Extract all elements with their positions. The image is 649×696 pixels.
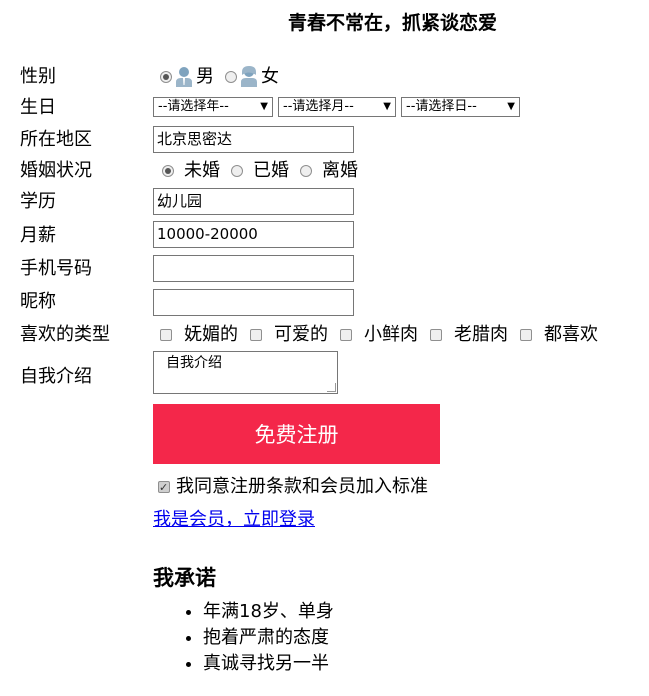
gender-label: 性别 [20, 66, 56, 87]
intro-label: 自我介绍 [20, 366, 92, 387]
birthday-label: 生日 [20, 97, 56, 118]
agree-row: 我同意注册条款和会员加入标准 [158, 475, 428, 500]
nickname-label: 昵称 [20, 291, 56, 312]
login-link[interactable]: 我是会员，立即登录 [153, 505, 315, 531]
likes-checkbox-all[interactable] [520, 329, 532, 341]
list-item: 年满18岁、单身 [203, 599, 334, 625]
marital-label: 婚姻状况 [20, 160, 92, 181]
likes-row: 妩媚的 可爱的 小鲜肉 老腊肉 都喜欢 [153, 323, 598, 347]
salary-input[interactable]: 10000-20000 [153, 221, 354, 248]
birthday-row: --请选择年-- ▼ --请选择月-- ▼ --请选择日-- ▼ [153, 97, 525, 117]
gender-female-radio[interactable] [225, 71, 237, 83]
chevron-down-icon: ▼ [507, 101, 515, 112]
marital-unmarried-label: 未婚 [184, 160, 220, 181]
marital-married-label: 已婚 [253, 160, 289, 181]
month-select-value: --请选择月-- [283, 99, 354, 114]
promise-title: 我承诺 [153, 566, 216, 590]
marital-divorced-radio[interactable] [300, 165, 312, 177]
likes-label: 喜欢的类型 [20, 324, 110, 345]
likes-label-cute: 可爱的 [274, 324, 328, 345]
day-select-value: --请选择日-- [406, 99, 477, 114]
region-input[interactable]: 北京思密达 [153, 126, 354, 153]
agree-label: 我同意注册条款和会员加入标准 [176, 476, 428, 497]
likes-label-mature: 老腊肉 [454, 324, 508, 345]
nickname-input[interactable] [153, 289, 354, 316]
likes-label-young: 小鲜肉 [364, 324, 418, 345]
region-label: 所在地区 [20, 129, 92, 150]
marital-row: 未婚 已婚 离婚 [153, 159, 358, 183]
chevron-down-icon: ▼ [383, 101, 391, 112]
likes-label-all: 都喜欢 [544, 324, 598, 345]
agree-checkbox[interactable] [158, 476, 170, 500]
day-select[interactable]: --请选择日-- ▼ [401, 97, 520, 117]
female-icon [241, 66, 257, 87]
gender-male-radio[interactable] [160, 71, 172, 83]
likes-label-charming: 妩媚的 [184, 324, 238, 345]
phone-input[interactable] [153, 255, 354, 282]
intro-text: 自我介绍 [166, 355, 222, 371]
education-input[interactable]: 幼儿园 [153, 188, 354, 215]
gender-female-label: 女 [261, 66, 279, 87]
chevron-down-icon: ▼ [260, 101, 268, 112]
marital-divorced-label: 离婚 [322, 160, 358, 181]
registration-page: 青春不常在，抓紧谈恋爱 性别 男 女 生日 --请选择年-- ▼ --请选择月--… [0, 0, 649, 696]
list-item: 真诚寻找另一半 [203, 651, 334, 677]
gender-male-label: 男 [196, 66, 214, 87]
marital-unmarried-radio[interactable] [162, 165, 174, 177]
salary-label: 月薪 [20, 225, 56, 246]
month-select[interactable]: --请选择月-- ▼ [278, 97, 396, 117]
likes-checkbox-mature[interactable] [430, 329, 442, 341]
register-button[interactable]: 免费注册 [153, 404, 440, 464]
marital-married-radio[interactable] [231, 165, 243, 177]
page-title: 青春不常在，抓紧谈恋爱 [287, 12, 497, 34]
likes-checkbox-young[interactable] [340, 329, 352, 341]
likes-checkbox-charming[interactable] [160, 329, 172, 341]
list-item: 抱着严肃的态度 [203, 625, 334, 651]
likes-checkbox-cute[interactable] [250, 329, 262, 341]
year-select-value: --请选择年-- [158, 99, 229, 114]
gender-row: 男 女 [153, 65, 279, 89]
resize-grip-icon[interactable] [327, 383, 336, 392]
education-label: 学历 [20, 191, 56, 212]
phone-label: 手机号码 [20, 258, 92, 279]
year-select[interactable]: --请选择年-- ▼ [153, 97, 273, 117]
male-icon [176, 67, 192, 87]
promise-list: 年满18岁、单身 抱着严肃的态度 真诚寻找另一半 [163, 599, 334, 677]
intro-textarea[interactable]: 自我介绍 [153, 351, 338, 394]
